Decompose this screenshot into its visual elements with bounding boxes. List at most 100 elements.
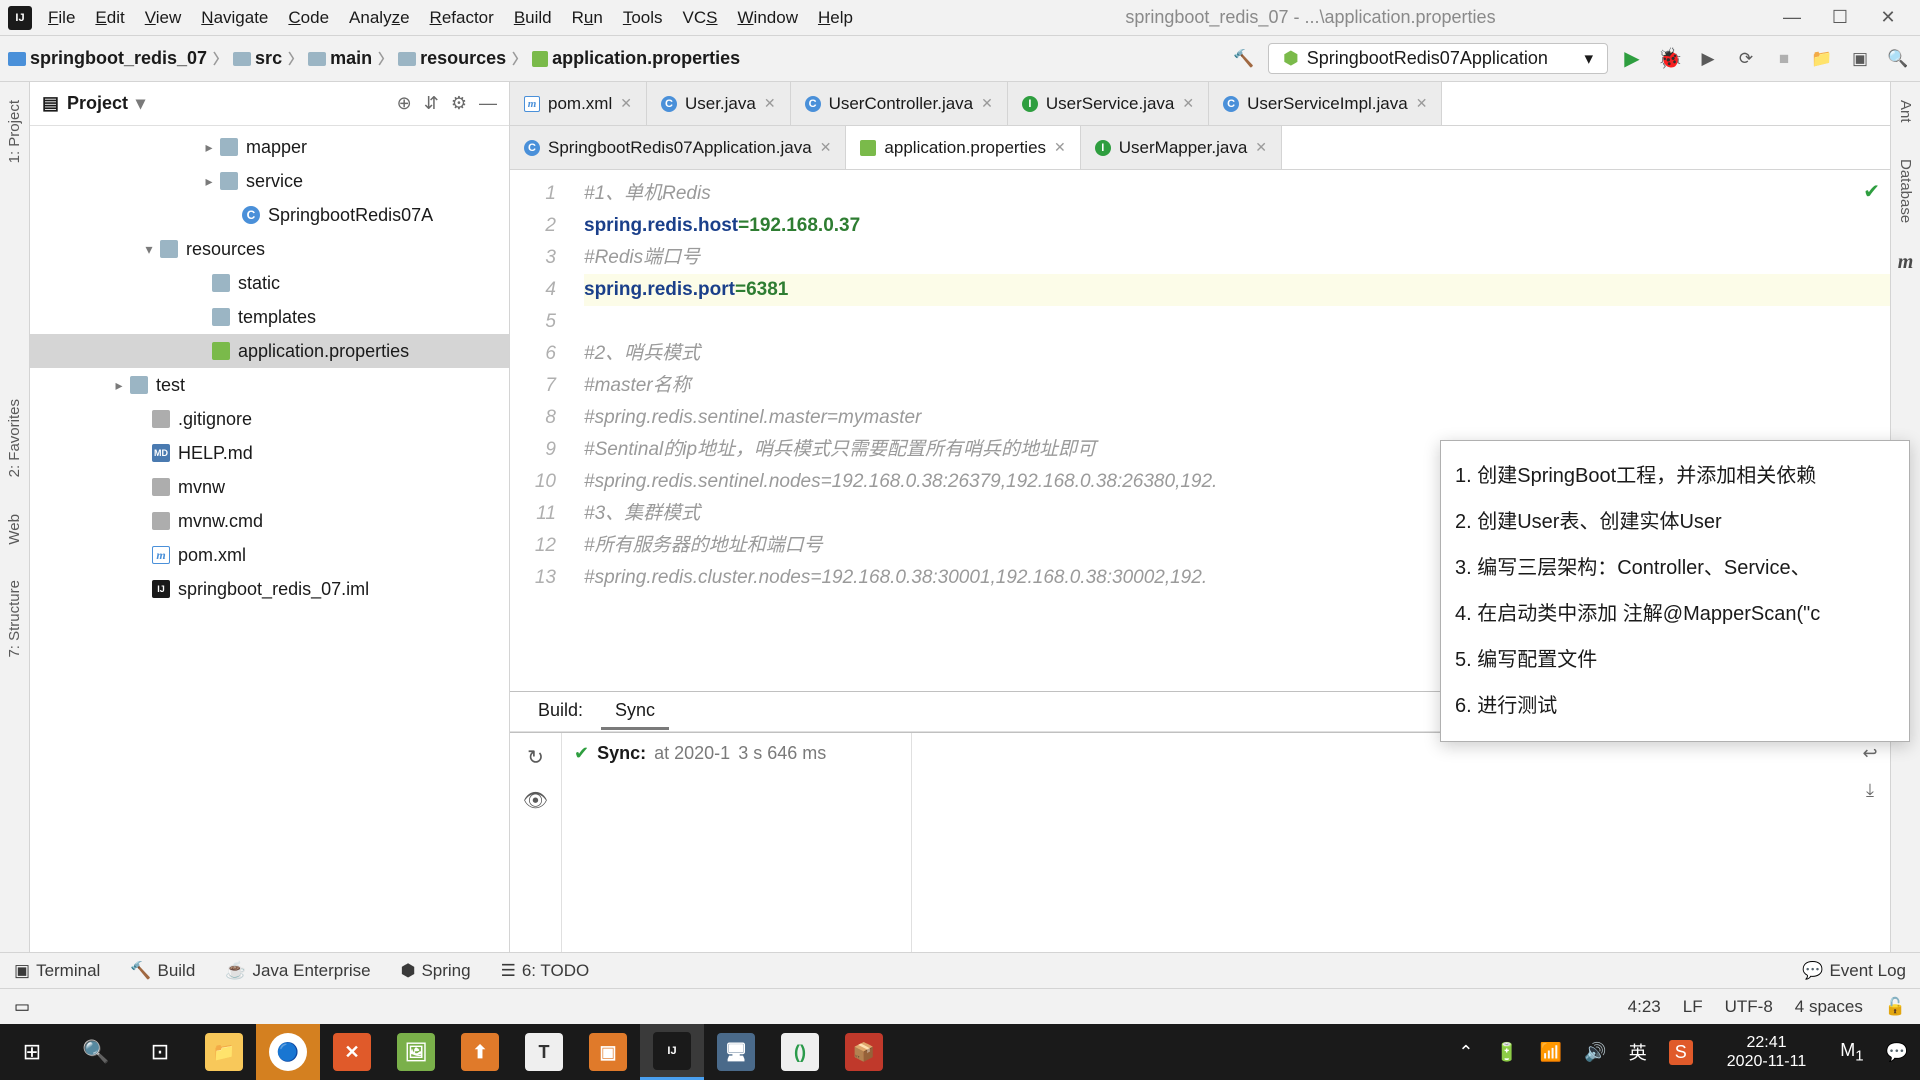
tool-favorites[interactable]: 2: Favorites	[6, 391, 23, 485]
tool-ant[interactable]: Ant	[1897, 92, 1914, 131]
menu-analyze[interactable]: Analyze	[341, 4, 418, 32]
editor-tab[interactable]: IUserService.java✕	[1008, 82, 1209, 125]
tool-database[interactable]: Database	[1897, 151, 1914, 231]
menu-navigate[interactable]: Navigate	[193, 4, 276, 32]
app8-button[interactable]: 📦	[832, 1024, 896, 1080]
rerun-icon[interactable]: ↻	[527, 745, 544, 770]
tree-row[interactable]: templates	[30, 300, 509, 334]
tree-row[interactable]: static	[30, 266, 509, 300]
hide-icon[interactable]: —	[479, 93, 497, 114]
tree-row[interactable]: application.properties	[30, 334, 509, 368]
popup-item[interactable]: 4. 在启动类中添加 注解@MapperScan("c	[1455, 591, 1895, 637]
chrome-button[interactable]: 🔵	[256, 1024, 320, 1080]
build-project-icon[interactable]: 🔨	[1230, 45, 1258, 73]
maximize-button[interactable]: ☐	[1830, 8, 1850, 28]
close-tab-icon[interactable]: ✕	[764, 95, 776, 112]
bc-project[interactable]: springboot_redis_07	[8, 48, 207, 69]
tool-structure[interactable]: 7: Structure	[6, 572, 23, 666]
tool-project[interactable]: 1: Project	[6, 92, 23, 171]
locate-icon[interactable]: ⊕	[397, 93, 412, 114]
menu-view[interactable]: View	[137, 4, 190, 32]
tree-row[interactable]: mvnw	[30, 470, 509, 504]
menu-window[interactable]: Window	[730, 4, 806, 32]
volume-icon[interactable]: 🔊	[1584, 1042, 1606, 1063]
editor-tab[interactable]: application.properties✕	[846, 126, 1080, 169]
menu-code[interactable]: Code	[280, 4, 337, 32]
gear-icon[interactable]: ⚙	[451, 93, 467, 114]
popup-item[interactable]: 3. 编写三层架构：Controller、Service、	[1455, 545, 1895, 591]
editor-tab[interactable]: mpom.xml✕	[510, 82, 647, 125]
inspection-ok-icon[interactable]: ✔	[1863, 176, 1880, 208]
tray-chevron-icon[interactable]: ⌃	[1458, 1042, 1473, 1063]
editor-tab[interactable]: CUserServiceImpl.java✕	[1209, 82, 1442, 125]
coverage-button[interactable]: ▶	[1694, 45, 1722, 73]
editor-tab[interactable]: IUserMapper.java✕	[1081, 126, 1282, 169]
indent-info[interactable]: 4 spaces	[1795, 997, 1863, 1017]
terminal-tool[interactable]: ▣Terminal	[14, 961, 100, 981]
close-tab-icon[interactable]: ✕	[820, 139, 832, 156]
app-tray-icon[interactable]: S	[1669, 1040, 1693, 1065]
maven-icon[interactable]: m	[1898, 251, 1914, 274]
app1-button[interactable]: ✕	[320, 1024, 384, 1080]
run-anything-button[interactable]: ▣	[1846, 45, 1874, 73]
menu-edit[interactable]: Edit	[87, 4, 132, 32]
stop-button[interactable]: ■	[1770, 45, 1798, 73]
tree-row[interactable]: ▾resources	[30, 232, 509, 266]
javaee-tool[interactable]: ☕Java Enterprise	[225, 961, 370, 981]
event-log-tool[interactable]: 💬Event Log	[1802, 961, 1906, 981]
close-tab-icon[interactable]: ✕	[620, 95, 632, 112]
tree-row[interactable]: .gitignore	[30, 402, 509, 436]
tree-row[interactable]: mvnw.cmd	[30, 504, 509, 538]
menu-file[interactable]: File	[40, 4, 83, 32]
app4-button[interactable]: T	[512, 1024, 576, 1080]
close-tab-icon[interactable]: ✕	[1255, 139, 1267, 156]
profile-button[interactable]: ⟳	[1732, 45, 1760, 73]
tree-row[interactable]: CSpringbootRedis07A	[30, 198, 509, 232]
notifications-icon[interactable]: 💬	[1886, 1042, 1908, 1063]
todo-tool[interactable]: ☰6: TODO	[501, 961, 590, 981]
soft-wrap-icon[interactable]: ↩	[1862, 743, 1877, 764]
editor-tab[interactable]: CUser.java✕	[647, 82, 791, 125]
update-button[interactable]: 📁	[1808, 45, 1836, 73]
menu-tools[interactable]: Tools	[615, 4, 671, 32]
tool-web[interactable]: Web	[6, 506, 23, 553]
run-config-select[interactable]: ⬢ SpringbootRedis07Application ▾	[1268, 43, 1608, 74]
app7-button[interactable]: ()	[768, 1024, 832, 1080]
app2-button[interactable]: 🖼	[384, 1024, 448, 1080]
bc-file[interactable]: application.properties	[532, 48, 740, 69]
intellij-button[interactable]: IJ	[640, 1024, 704, 1080]
popup-item[interactable]: 5. 编写配置文件	[1455, 637, 1895, 683]
close-tab-icon[interactable]: ✕	[1054, 139, 1066, 156]
minimize-button[interactable]: —	[1782, 8, 1802, 28]
close-tab-icon[interactable]: ✕	[981, 95, 993, 112]
battery-icon[interactable]: 🔋	[1495, 1042, 1517, 1063]
filter-icon[interactable]: 👁	[523, 788, 548, 813]
network-icon[interactable]: 📶	[1540, 1042, 1562, 1063]
tree-row[interactable]: ▸mapper	[30, 130, 509, 164]
app3-button[interactable]: ⬆	[448, 1024, 512, 1080]
popup-item[interactable]: 1. 创建SpringBoot工程，并添加相关依赖	[1455, 453, 1895, 499]
bc-src[interactable]: src	[233, 48, 282, 69]
app5-button[interactable]: ▣	[576, 1024, 640, 1080]
completion-popup[interactable]: 1. 创建SpringBoot工程，并添加相关依赖2. 创建User表、创建实体…	[1440, 440, 1910, 742]
readonly-lock-icon[interactable]: 🔓	[1885, 997, 1906, 1017]
menu-help[interactable]: Help	[810, 4, 861, 32]
task-view-button[interactable]: ⊡	[128, 1024, 192, 1080]
app6-button[interactable]: 🖥	[704, 1024, 768, 1080]
status-toggle-icon[interactable]: ▭	[14, 997, 30, 1017]
sync-tab[interactable]: Sync	[601, 694, 669, 730]
build-tool[interactable]: 🔨Build	[130, 961, 195, 981]
caret-position[interactable]: 4:23	[1628, 997, 1661, 1017]
build-output[interactable]	[912, 733, 1850, 952]
search-everywhere-icon[interactable]: 🔍	[1884, 45, 1912, 73]
collapse-icon[interactable]: ⇵	[424, 93, 439, 114]
tree-row[interactable]: ▸test	[30, 368, 509, 402]
close-tab-icon[interactable]: ✕	[1416, 95, 1428, 112]
project-tree[interactable]: ▸mapper▸serviceCSpringbootRedis07A▾resou…	[30, 126, 509, 952]
menu-build[interactable]: Build	[506, 4, 560, 32]
line-separator[interactable]: LF	[1683, 997, 1703, 1017]
close-button[interactable]: ✕	[1878, 8, 1898, 28]
tree-row[interactable]: ▸service	[30, 164, 509, 198]
tree-row[interactable]: MDHELP.md	[30, 436, 509, 470]
mail-tray-icon[interactable]: M1	[1840, 1040, 1863, 1065]
